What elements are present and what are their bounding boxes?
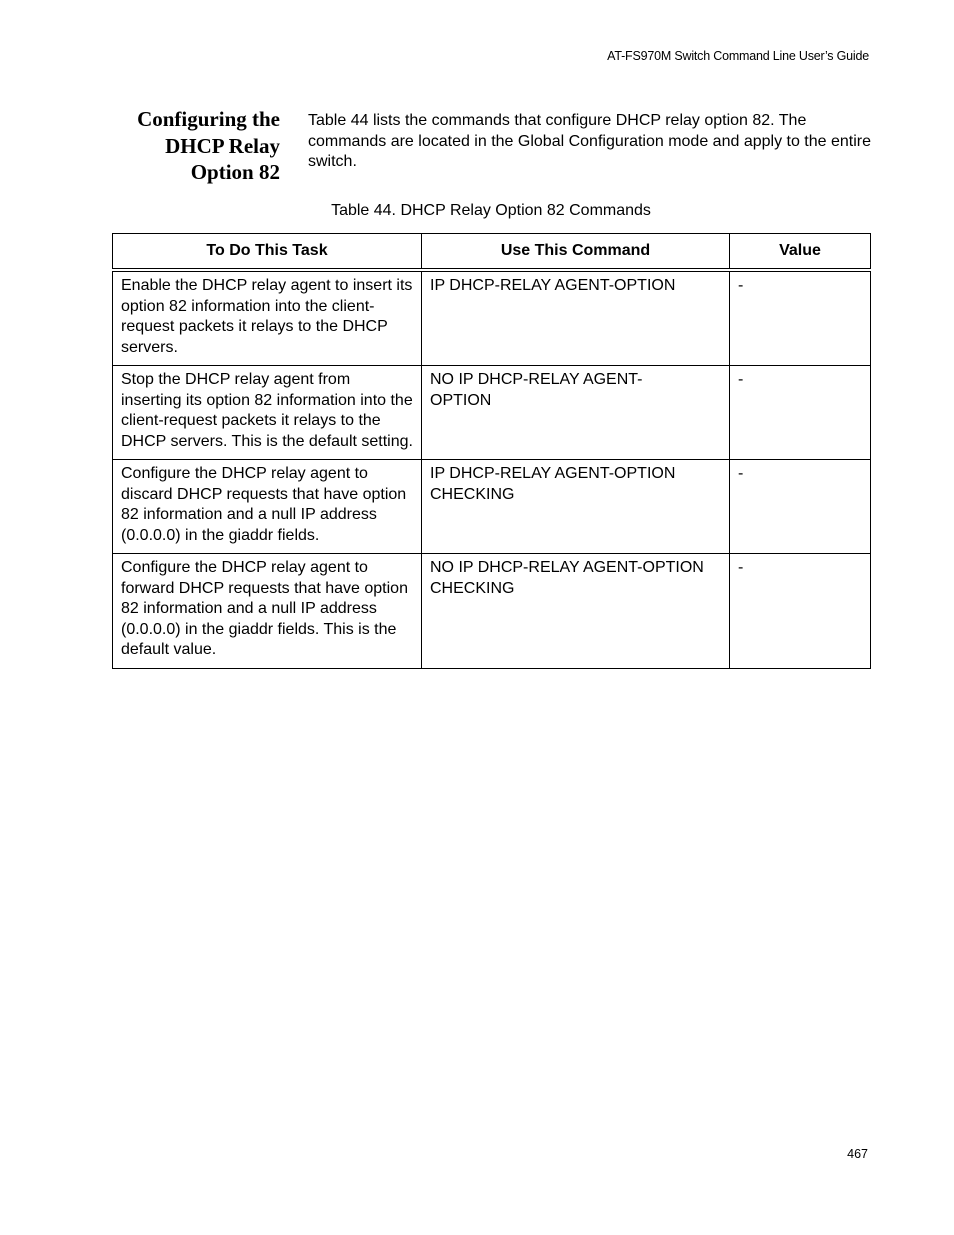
task-cell: Enable the DHCP relay agent to insert it…: [112, 269, 422, 366]
table-row: Stop the DHCP relay agent from inserting…: [112, 365, 871, 460]
command-cell: IP DHCP-RELAY AGENT-OPTION CHECKING: [421, 459, 730, 554]
running-header: AT-FS970M Switch Command Line User’s Gui…: [607, 49, 869, 63]
table-header-row: To Do This Task Use This Command Value: [112, 233, 871, 272]
task-cell: Configure the DHCP relay agent to discar…: [112, 459, 422, 554]
column-header-command: Use This Command: [421, 233, 730, 272]
column-header-task: To Do This Task: [112, 233, 422, 272]
table-row: Configure the DHCP relay agent to discar…: [112, 459, 871, 554]
section-heading-line: Configuring the: [137, 107, 280, 131]
value-cell: -: [729, 269, 871, 366]
page-number: 467: [847, 1147, 868, 1161]
task-cell: Stop the DHCP relay agent from inserting…: [112, 365, 422, 460]
section-heading-line: Option 82: [190, 160, 280, 184]
value-cell: -: [729, 459, 871, 554]
section-heading: Configuring the DHCP Relay Option 82: [100, 106, 280, 186]
command-cell: IP DHCP-RELAY AGENT-OPTION: [421, 269, 730, 366]
value-cell: -: [729, 553, 871, 669]
command-cell: NO IP DHCP-RELAY AGENT-OPTION CHECKING: [421, 553, 730, 669]
table-caption: Table 44. DHCP Relay Option 82 Commands: [331, 202, 651, 219]
value-cell: -: [729, 365, 871, 460]
section-heading-line: DHCP Relay: [165, 133, 280, 158]
table-row: Enable the DHCP relay agent to insert it…: [112, 269, 871, 366]
table-row: Configure the DHCP relay agent to forwar…: [112, 553, 871, 669]
command-cell: NO IP DHCP-RELAY AGENT- OPTION: [421, 365, 730, 460]
task-cell: Configure the DHCP relay agent to forwar…: [112, 553, 422, 669]
intro-paragraph: Table 44 lists the commands that configu…: [308, 112, 872, 170]
column-header-value: Value: [729, 233, 871, 272]
commands-table: To Do This Task Use This Command Value E…: [112, 233, 871, 669]
